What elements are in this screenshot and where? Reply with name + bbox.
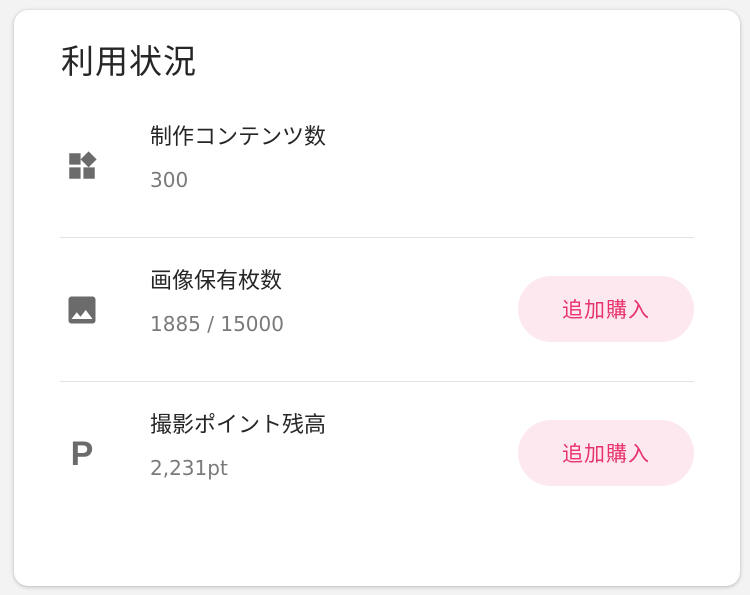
usage-item-image-count: 画像保有枚数 1885 / 15000 追加購入 — [60, 238, 694, 382]
image-add-purchase-button[interactable]: 追加購入 — [518, 276, 694, 342]
points-icon-glyph: P — [70, 435, 94, 473]
image-count-value: 1885 / 15000 — [150, 312, 284, 336]
content-count-value: 300 — [150, 168, 189, 192]
widgets-icon — [64, 148, 100, 184]
content-count-label: 制作コンテンツ数 — [150, 125, 327, 150]
usage-item-content-count: 制作コンテンツ数 300 — [60, 94, 694, 238]
shooting-points-label: 撮影ポイント残高 — [150, 413, 327, 438]
points-icon: P — [64, 436, 100, 472]
usage-status-card: 利用状況 制作コンテンツ数 300 画像保有枚数 1885 / 15000 追加… — [14, 10, 740, 586]
usage-item-shooting-points: P 撮影ポイント残高 2,231pt 追加購入 — [60, 382, 694, 526]
card-title: 利用状況 — [61, 42, 197, 81]
points-add-purchase-button[interactable]: 追加購入 — [518, 420, 694, 486]
shooting-points-value: 2,231pt — [150, 456, 228, 480]
image-count-label: 画像保有枚数 — [150, 269, 283, 294]
image-icon — [64, 292, 100, 328]
